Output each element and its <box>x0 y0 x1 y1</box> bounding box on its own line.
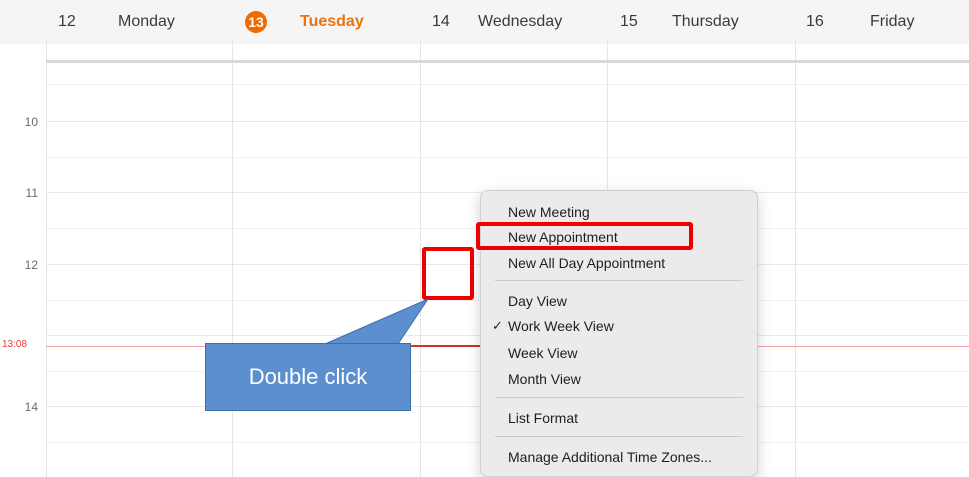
hour-line <box>46 121 969 122</box>
checkmark-icon: ✓ <box>492 318 503 333</box>
menu-item-new-all-day-appointment[interactable]: New All Day Appointment <box>481 252 757 274</box>
menu-item-manage-time-zones[interactable]: Manage Additional Time Zones... <box>481 446 757 468</box>
menu-item-list-format[interactable]: List Format <box>481 407 757 429</box>
calendar-window: 12 Monday 13 Tuesday 14 Wednesday 15 Thu… <box>0 0 969 477</box>
today-badge: 13 <box>245 11 267 33</box>
day-name: Tuesday <box>300 13 364 30</box>
callout-text: Double click <box>248 364 368 389</box>
all-day-row[interactable] <box>46 44 969 60</box>
double-click-callout: Double click <box>205 343 411 411</box>
day-name: Monday <box>118 13 175 30</box>
menu-item-new-meeting[interactable]: New Meeting <box>481 201 757 223</box>
menu-item-label: List Format <box>508 410 579 426</box>
day-header-wednesday[interactable]: 14 Wednesday <box>432 0 562 44</box>
day-name: Friday <box>870 13 915 30</box>
column-divider <box>232 63 233 477</box>
menu-item-day-view[interactable]: Day View <box>481 290 757 312</box>
day-number: 12 <box>58 13 76 30</box>
day-header-monday[interactable]: 12 Monday <box>58 0 175 44</box>
new-appointment-highlight <box>476 222 693 250</box>
day-number: 14 <box>432 13 450 30</box>
menu-separator <box>495 280 743 281</box>
menu-item-label: Manage Additional Time Zones... <box>508 449 712 465</box>
menu-item-label: Week View <box>508 345 578 361</box>
menu-item-month-view[interactable]: Month View <box>481 368 757 390</box>
hour-label: 12 <box>24 258 38 272</box>
half-hour-line <box>46 84 969 85</box>
column-divider <box>795 63 796 477</box>
half-hour-line <box>46 157 969 158</box>
menu-item-work-week-view[interactable]: ✓ Work Week View <box>481 315 757 337</box>
current-time-today-marker <box>410 345 480 347</box>
day-name: Thursday <box>672 13 739 30</box>
column-divider <box>420 63 421 477</box>
day-header-friday[interactable]: 16 Friday <box>806 0 914 44</box>
day-header-thursday[interactable]: 15 Thursday <box>620 0 739 44</box>
day-name: Wednesday <box>478 13 563 30</box>
day-number: 16 <box>806 13 824 30</box>
menu-item-label: New Meeting <box>508 204 590 220</box>
week-header: 12 Monday 13 Tuesday 14 Wednesday 15 Thu… <box>0 0 969 44</box>
menu-separator <box>495 397 743 398</box>
hour-label: 11 <box>25 186 38 200</box>
menu-separator <box>495 436 743 437</box>
column-divider <box>46 63 47 477</box>
menu-item-label: Day View <box>508 293 567 309</box>
hour-label: 14 <box>24 400 38 414</box>
current-time-label: 13:08 <box>2 339 28 350</box>
hour-label: 10 <box>24 115 38 129</box>
menu-item-label: Work Week View <box>508 318 614 334</box>
double-click-target-highlight <box>422 247 474 300</box>
menu-item-label: Month View <box>508 371 581 387</box>
menu-item-week-view[interactable]: Week View <box>481 342 757 364</box>
day-header-tuesday[interactable]: 13 Tuesday <box>245 0 415 44</box>
day-number: 15 <box>620 13 638 30</box>
menu-item-label: New All Day Appointment <box>508 255 666 271</box>
